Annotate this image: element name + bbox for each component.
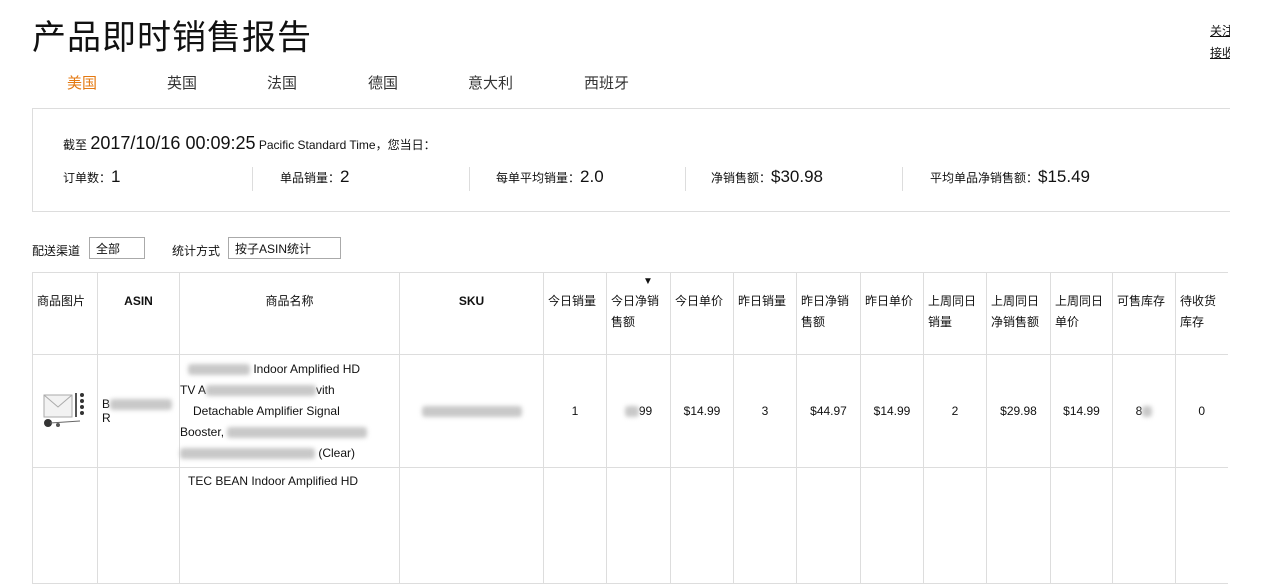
metric-units: 单品销量：2 [280, 167, 349, 187]
asin-end: R [102, 411, 111, 425]
today-qty-cell: 1 [543, 354, 607, 468]
name-line: TEC BEAN Indoor Amplified HD [188, 474, 359, 488]
today-sales-cell: 99 [606, 354, 671, 468]
metric-value: $15.49 [1038, 167, 1091, 186]
product-image-cell [32, 354, 98, 468]
tab-it[interactable]: 意大利 [468, 72, 513, 93]
col-today-qty[interactable]: 今日销量▼ [543, 272, 653, 355]
divider [902, 167, 903, 191]
lastweek-qty-cell: 2 [923, 354, 987, 468]
name-line: Detachable Amplifier Signal [193, 403, 340, 418]
follow-link[interactable]: 关注 [1210, 20, 1230, 42]
redacted-text [1142, 406, 1153, 418]
receive-link[interactable]: 接收 [1210, 42, 1230, 64]
lastweek-sales-cell: $29.98 [986, 354, 1051, 468]
metric-label: 每单平均销量： [496, 171, 581, 185]
today-price-cell: $14.99 [670, 354, 734, 468]
summary-panel: 截至 2017/10/16 00:09:25 Pacific Standard … [32, 108, 1230, 212]
as-of-datetime: 2017/10/16 00:09:25 [90, 133, 256, 153]
tab-de[interactable]: 德国 [368, 72, 398, 93]
metric-orders: 订单数：1 [63, 167, 120, 187]
channel-label: 配送渠道 [32, 244, 81, 258]
metric-label: 净销售额： [711, 171, 772, 185]
as-of-suffix: ，您当日： [375, 138, 436, 152]
metric-avg-net-sales: 平均单品净销售额：$15.49 [930, 167, 1090, 187]
col-label: 今日销量 [548, 294, 597, 308]
stat-label: 统计方式 [172, 244, 221, 258]
inbound-cell: 0 [1175, 354, 1228, 468]
right-links: 关注 接收 [1210, 20, 1230, 64]
timezone: Pacific Standard Time [258, 138, 376, 152]
as-of-prefix: 截至 [63, 138, 88, 152]
as-of-line: 截至 2017/10/16 00:09:25 Pacific Standard … [63, 133, 436, 154]
product-thumbnail-icon[interactable] [40, 385, 90, 435]
col-asin[interactable]: ASIN [97, 272, 180, 355]
product-name-cell[interactable]: Indoor Amplified HD TV A vith Detachable … [179, 354, 400, 468]
col-yday-price[interactable]: 昨日单价 [860, 272, 924, 355]
metric-label: 平均单品净销售额： [930, 171, 1039, 185]
redacted-asin [110, 399, 173, 411]
col-today-price[interactable]: 今日单价 [670, 272, 734, 355]
stat-select[interactable]: 按子ASIN统计 [228, 237, 341, 259]
redacted-text [188, 363, 250, 375]
tab-uk[interactable]: 英国 [167, 72, 197, 93]
redacted-text [624, 406, 639, 418]
asin-start: B [102, 397, 111, 411]
yday-sales-cell: $44.97 [796, 354, 861, 468]
metric-avg-units: 每单平均销量：2.0 [496, 167, 604, 187]
metric-value: 2 [340, 167, 350, 186]
today-sales-visible: 99 [638, 404, 653, 418]
metric-net-sales: 净销售额：$30.98 [711, 167, 823, 187]
col-product-name[interactable]: 商品名称 [179, 272, 400, 355]
col-today-sales[interactable]: 今日净销售额 [606, 272, 671, 355]
asin-cell[interactable]: BR [97, 354, 180, 468]
redacted-text [206, 384, 317, 396]
tab-us[interactable]: 美国 [67, 72, 97, 93]
lastweek-price-cell: $14.99 [1050, 354, 1113, 468]
sku-cell[interactable] [399, 354, 544, 468]
name-line: vith [316, 382, 335, 397]
col-yday-sales[interactable]: 昨日净销售额 [796, 272, 861, 355]
channel-select[interactable]: 全部 [89, 237, 145, 259]
col-image: 商品图片 [32, 272, 98, 355]
metric-value: 1 [111, 167, 121, 186]
col-stock[interactable]: 可售库存 [1112, 272, 1176, 355]
stock-cell: 8 [1112, 354, 1176, 468]
sales-table: 商品图片 ASIN 商品名称 SKU 今日销量▼ 今日净销售额 今日单价 昨日销… [32, 272, 1228, 584]
name-line: Booster, [180, 424, 225, 439]
table-row[interactable]: BR Indoor Amplified HD TV A vith Detachab… [32, 354, 1228, 468]
yday-qty-cell: 3 [733, 354, 797, 468]
redacted-text [227, 426, 368, 438]
product-name-cell[interactable]: TEC BEAN Indoor Amplified HD [179, 467, 400, 584]
col-lastweek-price[interactable]: 上周同日单价 [1050, 272, 1113, 355]
tab-fr[interactable]: 法国 [267, 72, 297, 93]
name-line: (Clear) [318, 445, 356, 460]
col-lastweek-qty[interactable]: 上周同日销量 [923, 272, 987, 355]
col-sku[interactable]: SKU [399, 272, 544, 355]
table-header-row: 商品图片 ASIN 商品名称 SKU 今日销量▼ 今日净销售额 今日单价 昨日销… [32, 272, 1228, 355]
col-yday-qty[interactable]: 昨日销量 [733, 272, 797, 355]
name-line: TV A [180, 382, 207, 397]
page-title: 产品即时销售报告 [32, 19, 312, 57]
metric-value: 2.0 [580, 167, 604, 186]
divider [469, 167, 470, 191]
metric-label: 单品销量： [280, 171, 341, 185]
divider [252, 167, 253, 191]
metric-value: $30.98 [771, 167, 824, 186]
table-row[interactable]: TEC BEAN Indoor Amplified HD [32, 467, 1228, 584]
redacted-text [180, 447, 315, 459]
yday-price-cell: $14.99 [860, 354, 924, 468]
redacted-sku [421, 406, 522, 418]
col-inbound[interactable]: 待收货库存 [1175, 272, 1228, 355]
tab-es[interactable]: 西班牙 [584, 72, 629, 93]
stock-visible: 8 [1135, 404, 1143, 418]
divider [685, 167, 686, 191]
metric-label: 订单数： [63, 171, 112, 185]
col-lastweek-sales[interactable]: 上周同日净销售额 [986, 272, 1051, 355]
name-line: Indoor Amplified HD [253, 361, 361, 376]
